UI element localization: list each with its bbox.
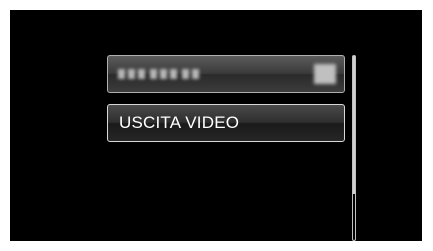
menu-item-blurred[interactable] (107, 55, 345, 93)
menu-item-label: USCITA VIDEO (119, 113, 240, 132)
blurred-label (118, 69, 199, 79)
blurred-icon (314, 64, 336, 84)
scrollbar[interactable] (352, 55, 356, 241)
menu-item-video-output[interactable]: USCITA VIDEO (107, 104, 345, 142)
scrollbar-thumb[interactable] (353, 56, 355, 194)
camera-menu-screen: USCITA VIDEO (10, 10, 422, 241)
